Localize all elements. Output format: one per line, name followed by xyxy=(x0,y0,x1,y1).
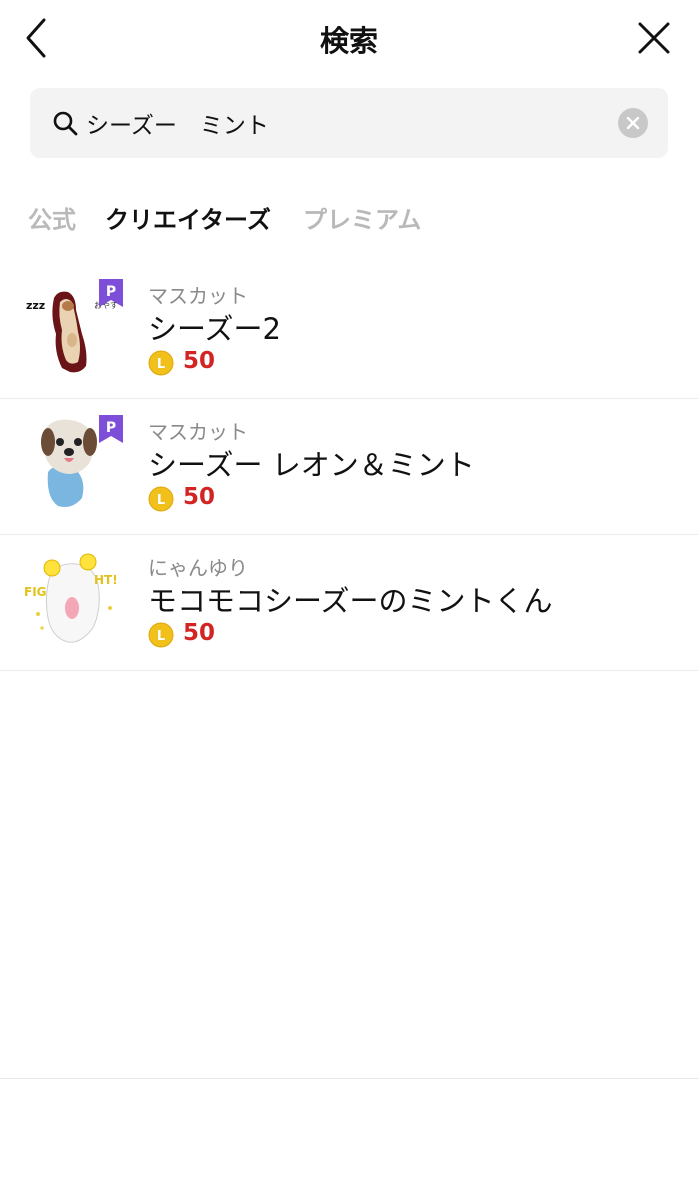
close-icon xyxy=(638,22,670,54)
price: 50 xyxy=(183,620,216,646)
creator-name: マスカット xyxy=(148,284,248,308)
close-button[interactable] xyxy=(630,14,678,62)
search-icon xyxy=(53,111,78,136)
premium-badge: P xyxy=(99,279,123,307)
coin-icon: L xyxy=(148,486,174,512)
coin-icon: L xyxy=(148,622,174,648)
tab-official[interactable]: 公式 xyxy=(28,200,76,235)
thumb-text-right: HT! xyxy=(94,573,118,587)
price: 50 xyxy=(183,484,216,510)
svg-text:P: P xyxy=(106,420,116,436)
thumb-text-left: zzz xyxy=(26,299,45,312)
search-input[interactable] xyxy=(86,100,606,146)
search-box[interactable] xyxy=(30,88,668,158)
sticker-title: シーズー レオン＆ミント xyxy=(148,448,475,482)
svg-text:L: L xyxy=(157,357,165,372)
tab-premium[interactable]: プレミアム xyxy=(303,200,421,235)
price: 50 xyxy=(183,348,216,374)
list-item[interactable]: zzz おやす P マスカット シーズー2 L 50 xyxy=(0,262,698,399)
svg-text:L: L xyxy=(157,629,165,644)
svg-text:L: L xyxy=(157,493,165,508)
sticker-thumbnail: FIG HT! xyxy=(24,553,118,643)
sticker-title: シーズー2 xyxy=(148,312,282,346)
list-item[interactable]: FIG HT! にゃんゆり モコモコシーズーのミントくん L 50 xyxy=(0,534,698,671)
clear-search-button[interactable] xyxy=(618,108,648,138)
creator-name: にゃんゆり xyxy=(148,556,248,580)
sticker-title: モコモコシーズーのミントくん xyxy=(148,584,553,618)
thumb-text-left: FIG xyxy=(24,585,47,599)
page-title: 検索 xyxy=(319,24,378,58)
creator-name: マスカット xyxy=(148,420,248,444)
coin-icon: L xyxy=(148,350,174,376)
header: 検索 xyxy=(0,0,698,78)
list-item[interactable]: P マスカット シーズー レオン＆ミント L 50 xyxy=(0,398,698,535)
tab-creators[interactable]: クリエイターズ xyxy=(105,200,271,235)
premium-badge: P xyxy=(99,415,123,443)
divider xyxy=(0,1078,698,1079)
svg-text:P: P xyxy=(106,284,116,300)
clear-icon xyxy=(626,116,640,130)
